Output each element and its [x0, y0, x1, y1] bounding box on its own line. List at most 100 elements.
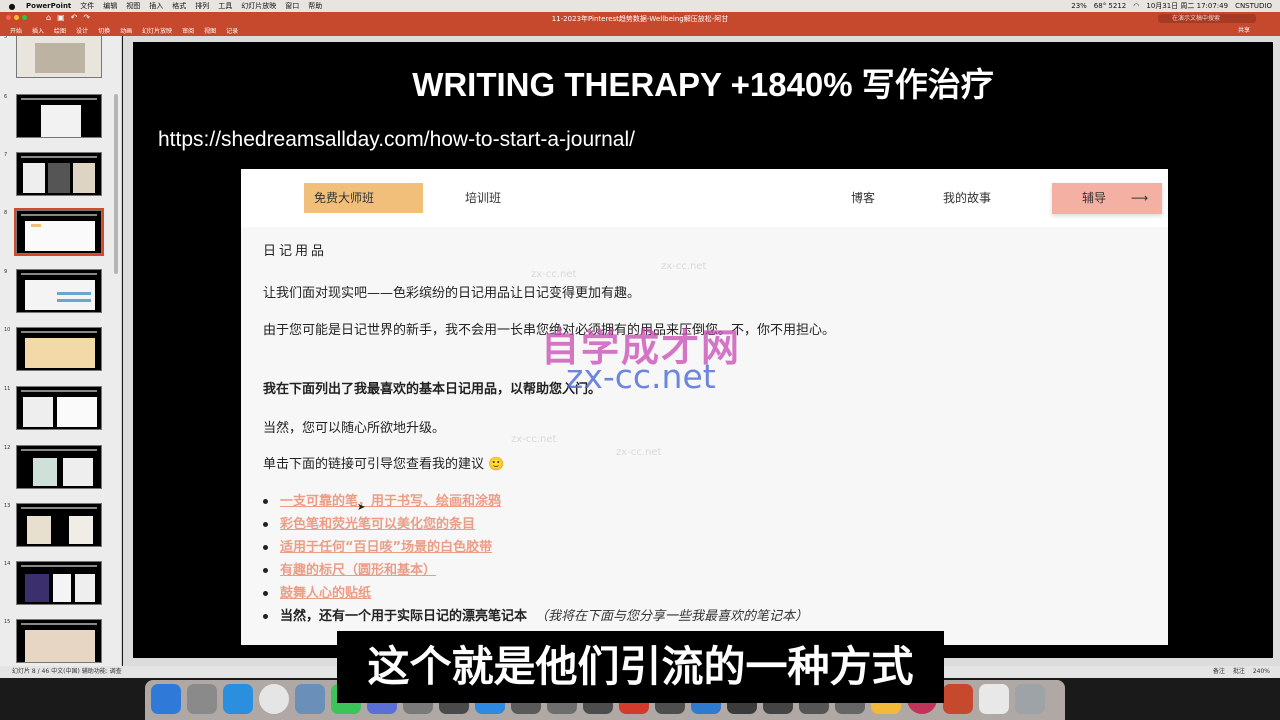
menu-edit[interactable]: 编辑: [103, 1, 117, 11]
preview-icon[interactable]: [295, 684, 325, 714]
nav-my-story[interactable]: 我的故事: [943, 183, 991, 213]
menubar-tray: 23% 68° 5212 ◠ 10月31日 周二 17:07:49 CNSTUD…: [1071, 1, 1280, 11]
menu-tools[interactable]: 工具: [218, 1, 232, 11]
slide-number: 8: [4, 210, 8, 216]
list-item[interactable]: 鼓舞人心的贴纸: [263, 582, 1163, 605]
list-item[interactable]: 彩色笔和荧光笔可以美化您的条目: [263, 513, 1163, 536]
document-icon[interactable]: [979, 684, 1009, 714]
list-item-link[interactable]: 适用于任何“百日咳”场景的白色胶带: [280, 540, 492, 555]
tab-design[interactable]: 设计: [76, 26, 88, 35]
slide-preview: [16, 152, 102, 196]
list-item[interactable]: 一支可靠的笔，用于书写、绘画和涂鸦: [263, 490, 1163, 513]
search-input[interactable]: 在演示文稿中搜索: [1158, 14, 1256, 23]
zoom-window-icon[interactable]: [22, 15, 27, 20]
apple-icon[interactable]: ●: [6, 2, 18, 11]
paragraph: 单击下面的链接可引导您查看我的建议 🙂: [263, 457, 505, 472]
comments-button[interactable]: 批注: [1233, 666, 1245, 678]
tab-insert[interactable]: 插入: [32, 26, 44, 35]
redo-icon[interactable]: ↷: [83, 13, 90, 22]
list-item-note: （我将在下面与您分享一些我最喜欢的笔记本）: [535, 609, 809, 624]
document-title: 11-2023年Pinterest趋势数据-Wellbeing解压放松-阿甘: [551, 15, 729, 23]
sidebar-scrollbar[interactable]: [114, 94, 118, 274]
undo-icon[interactable]: ↶: [71, 13, 78, 22]
nav-free-masterclass[interactable]: 免费大师班: [304, 183, 423, 213]
nav-coaching-button[interactable]: 辅导 ⟶: [1052, 183, 1162, 214]
list-item-link[interactable]: 一支可靠的笔，用于书写、绘画和涂鸦: [280, 494, 501, 509]
powerpoint-icon[interactable]: [943, 684, 973, 714]
nav-training[interactable]: 培训班: [465, 183, 501, 213]
menu-arrange[interactable]: 排列: [195, 1, 209, 11]
slide-preview: [16, 269, 102, 313]
slide-title[interactable]: WRITING THERAPY +1840% 写作治疗: [133, 58, 1273, 106]
notes-button[interactable]: 备注: [1213, 666, 1225, 678]
close-window-icon[interactable]: [6, 15, 11, 20]
watermark-small: zx-cc.net: [661, 261, 707, 272]
save-icon[interactable]: ▣: [57, 13, 65, 22]
status-left: 幻灯片 8 / 46 中文(中国) 辅助功能: 调查: [12, 668, 122, 675]
slide-preview: [14, 208, 104, 256]
nav-blog[interactable]: 博客: [851, 183, 875, 213]
wifi-icon[interactable]: ◠: [1133, 2, 1139, 10]
menu-view[interactable]: 视图: [126, 1, 140, 11]
slide-number: 5: [4, 36, 8, 40]
menu-window[interactable]: 窗口: [285, 1, 299, 11]
mouse-cursor-icon: ➤: [357, 502, 366, 513]
menu-slideshow[interactable]: 幻灯片放映: [241, 1, 276, 11]
slide-thumbnail[interactable]: 5: [4, 36, 114, 78]
slide-url[interactable]: https://shedreamsallday.com/how-to-start…: [158, 128, 635, 152]
list-item[interactable]: 适用于任何“百日咳”场景的白色胶带: [263, 536, 1163, 559]
slide-preview: [16, 445, 102, 489]
list-item-link[interactable]: 有趣的标尺（圆形和基本）: [280, 563, 436, 578]
menu-file[interactable]: 文件: [80, 1, 94, 11]
slide-thumbnail[interactable]: 15: [4, 619, 114, 663]
slide-thumbnail[interactable]: 11: [4, 386, 114, 430]
current-slide[interactable]: WRITING THERAPY +1840% 写作治疗 https://shed…: [133, 42, 1273, 658]
slide-preview: [16, 619, 102, 663]
menu-format[interactable]: 格式: [172, 1, 186, 11]
tab-draw[interactable]: 绘图: [54, 26, 66, 35]
weather-status[interactable]: 68° 5212: [1094, 2, 1126, 10]
list-item[interactable]: 有趣的标尺（圆形和基本）: [263, 559, 1163, 582]
slide-thumbnail[interactable]: 7: [4, 152, 114, 196]
tab-transitions[interactable]: 切换: [98, 26, 110, 35]
slide-thumbnail[interactable]: 13: [4, 503, 114, 547]
clock[interactable]: 10月31日 周二 17:07:49: [1146, 1, 1228, 11]
minimize-window-icon[interactable]: [14, 15, 19, 20]
tab-review[interactable]: 审阅: [182, 26, 194, 35]
paragraph-bold: 我在下面列出了我最喜欢的基本日记用品，以帮助您入门。: [263, 382, 602, 397]
tab-home[interactable]: 开始: [10, 26, 22, 35]
watermark-domain: zx-cc.net: [566, 357, 716, 396]
app-menu[interactable]: PowerPoint: [26, 2, 71, 10]
menubar: ● PowerPoint 文件 编辑 视图 插入 格式 排列 工具 幻灯片放映 …: [0, 0, 1280, 12]
user-name[interactable]: CNSTUDIO: [1235, 2, 1272, 10]
tab-record[interactable]: 记录: [226, 26, 238, 35]
menu-insert[interactable]: 插入: [149, 1, 163, 11]
tab-animations[interactable]: 动画: [120, 26, 132, 35]
slide-number: 14: [4, 561, 11, 567]
finder-icon[interactable]: [151, 684, 181, 714]
menu-help[interactable]: 帮助: [308, 1, 322, 11]
video-subtitle: 这个就是他们引流的一种方式: [337, 631, 944, 703]
trash-icon[interactable]: [1015, 684, 1045, 714]
share-button[interactable]: 共享: [1238, 25, 1250, 34]
tab-view[interactable]: 视图: [204, 26, 216, 35]
watermark-small: zx-cc.net: [531, 269, 577, 280]
slide-thumbnail-selected[interactable]: 8: [4, 208, 114, 256]
nav-coaching-label: 辅导: [1082, 191, 1107, 205]
battery-status[interactable]: 23%: [1071, 2, 1087, 10]
zoom-level[interactable]: 240%: [1253, 666, 1270, 678]
slide-thumbnail[interactable]: 14: [4, 561, 114, 605]
safari-icon[interactable]: [223, 684, 253, 714]
launchpad-icon[interactable]: [187, 684, 217, 714]
list-item-link[interactable]: 鼓舞人心的贴纸: [280, 586, 371, 601]
chrome-icon[interactable]: [259, 684, 289, 714]
slide-number: 10: [4, 327, 11, 333]
status-right: 备注 批注 240%: [1000, 666, 1270, 678]
home-icon[interactable]: ⌂: [46, 13, 51, 22]
list-item-link[interactable]: 彩色笔和荧光笔可以美化您的条目: [280, 517, 475, 532]
slide-thumbnail[interactable]: 10: [4, 327, 114, 371]
slide-thumbnail[interactable]: 6: [4, 94, 114, 138]
tab-slideshow[interactable]: 幻灯片放映: [142, 26, 172, 35]
slide-thumbnail[interactable]: 12: [4, 445, 114, 489]
slide-thumbnail[interactable]: 9: [4, 269, 114, 313]
